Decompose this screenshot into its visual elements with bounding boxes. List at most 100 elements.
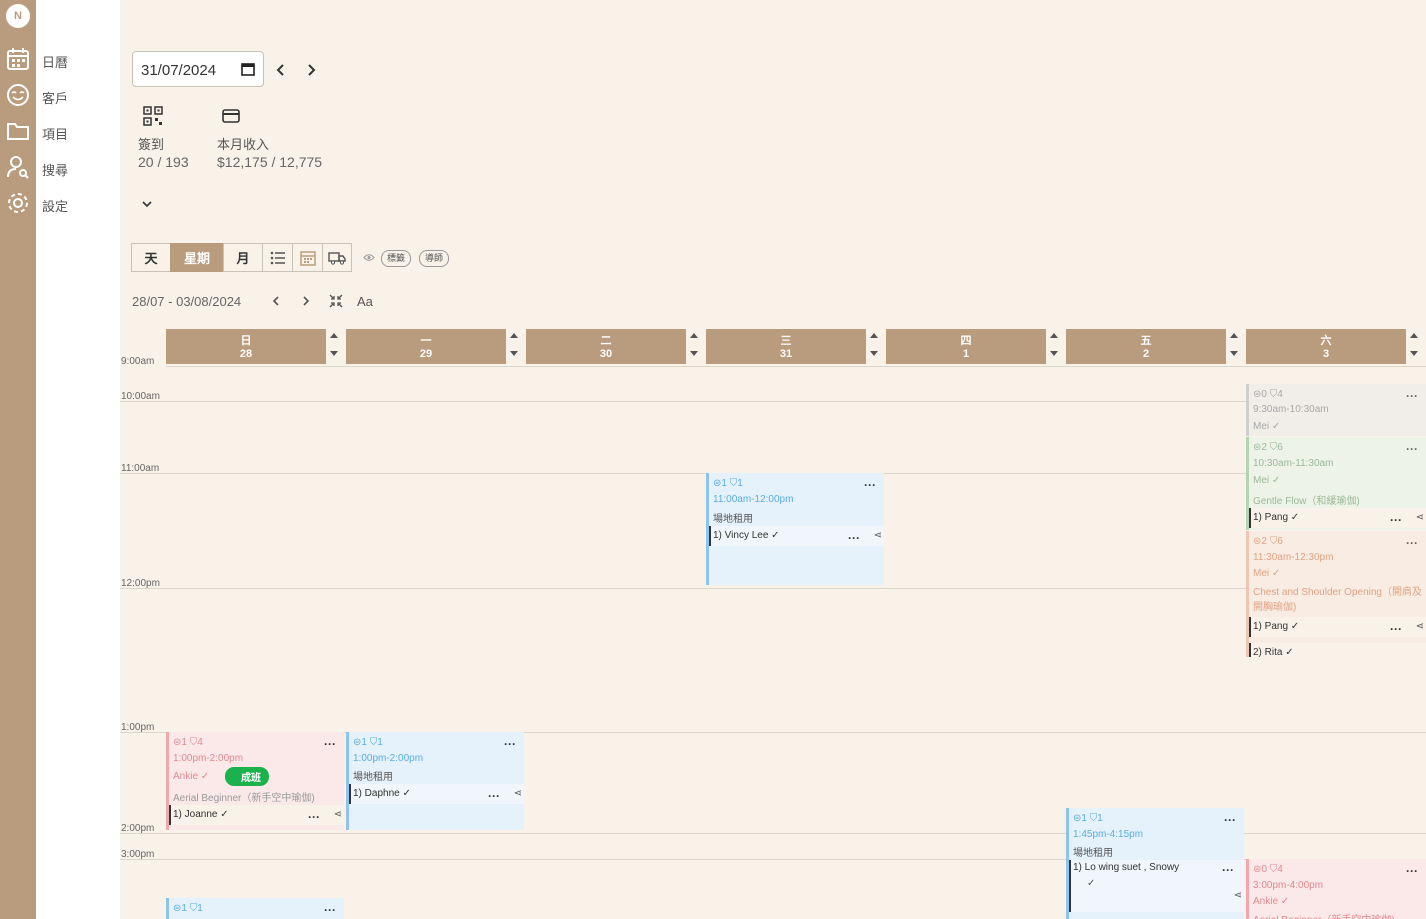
more-options-icon[interactable]: ··· <box>864 478 876 492</box>
hour-line <box>120 401 1426 402</box>
day-scroll-arrows[interactable] <box>866 329 882 364</box>
view-week-button[interactable]: 星期 <box>170 243 224 272</box>
week-range-label: 28/07 - 03/08/2024 <box>132 294 242 309</box>
nav-projects[interactable]: 項目 <box>42 124 68 143</box>
calendar-icon[interactable] <box>5 46 31 72</box>
prev-date-chevron-icon[interactable] <box>274 63 288 77</box>
tags-filter-pill[interactable]: 標籤 <box>381 250 412 267</box>
event-instructor: Mei ✓ <box>1253 421 1281 432</box>
more-options-icon[interactable]: ··· <box>1224 813 1236 827</box>
weekday-label: 三 <box>780 335 792 347</box>
share-icon[interactable]: ⋖ <box>514 784 522 804</box>
share-icon[interactable]: ⋖ <box>1234 888 1242 904</box>
more-options-icon[interactable]: ··· <box>324 903 336 917</box>
qr-code-icon[interactable] <box>143 106 163 126</box>
client-face-icon[interactable] <box>5 82 31 108</box>
user-search-icon[interactable] <box>5 154 31 180</box>
event-title: 場地租用 <box>353 772 393 783</box>
event-card[interactable]: ⊜1 ⛉1 ··· <box>166 898 344 919</box>
credit-card-icon[interactable] <box>221 106 241 126</box>
event-time: 3:00pm-4:00pm <box>1253 880 1324 891</box>
nav-calendar[interactable]: 日曆 <box>42 52 68 71</box>
event-card[interactable]: ⊜1 ⛉1 1:45pm-4:15pm 場地租用 ··· 1) Lo wing … <box>1066 808 1244 919</box>
view-day-button[interactable]: 天 <box>131 243 171 272</box>
day-scroll-arrows[interactable] <box>1406 329 1422 364</box>
more-options-icon[interactable]: ··· <box>488 786 500 806</box>
day-header-sun[interactable]: 日 28 <box>166 329 326 364</box>
booking-row[interactable]: 1) Lo wing suet , Snowy ✓ ··· ⋖ <box>1069 860 1244 912</box>
event-card[interactable]: ⊜0 ⛉4 9:30am-10:30am Mei ✓ ··· <box>1246 384 1426 436</box>
instructors-filter-pill[interactable]: 導師 <box>419 250 450 267</box>
weekday-label: 二 <box>600 335 612 347</box>
share-icon[interactable]: ⋖ <box>874 526 882 546</box>
truck-view-button[interactable] <box>322 243 352 272</box>
list-view-button[interactable] <box>262 243 293 272</box>
eye-icon[interactable] <box>363 253 375 262</box>
event-card[interactable]: ⊜1 ⛉4 1:00pm-2:00pm Ankie ✓ 成班 Aerial Be… <box>166 732 344 830</box>
day-header-thu[interactable]: 四1 <box>886 329 1046 364</box>
more-options-icon[interactable]: ··· <box>324 737 336 751</box>
date-input[interactable]: 31/07/2024 <box>132 51 264 87</box>
status-badge: 成班 <box>225 767 269 786</box>
day-scroll-arrows[interactable] <box>1046 329 1062 364</box>
logo[interactable]: N <box>6 4 30 28</box>
day-scroll-arrows[interactable] <box>686 329 702 364</box>
income-label: 本月收入 <box>217 137 270 152</box>
more-options-icon[interactable]: ··· <box>848 528 860 548</box>
day-header-wed[interactable]: 三 31 <box>706 329 866 364</box>
next-week-chevron-icon[interactable] <box>299 294 313 308</box>
nav-settings[interactable]: 設定 <box>42 196 68 215</box>
calendar-picker-icon[interactable] <box>241 62 255 76</box>
event-card[interactable]: ⊜2 ⛉6 11:30am-12:30pm Mei ✓ Chest and Sh… <box>1246 531 1426 657</box>
booking-row[interactable]: 1) Pang ✓ ··· ⋖ <box>1249 508 1426 528</box>
more-options-icon[interactable]: ··· <box>504 737 516 751</box>
day-scroll-arrows[interactable] <box>326 329 342 364</box>
share-icon[interactable]: ⋖ <box>1416 508 1424 528</box>
event-meta: ⊜1 ⛉1 <box>1073 813 1103 824</box>
more-options-icon[interactable]: ··· <box>1390 619 1402 639</box>
event-card[interactable]: ⊜0 ⛉4 3:00pm-4:00pm Ankie ✓ Aerial Begin… <box>1246 859 1426 919</box>
event-card[interactable]: ⊜2 ⛉6 10:30am-11:30am Mei ✓ Gentle Flow（… <box>1246 437 1426 530</box>
more-options-icon[interactable]: ··· <box>1406 536 1418 550</box>
booking-row[interactable]: 2) Rita ✓ <box>1249 643 1426 657</box>
font-size-toggle[interactable]: Aa <box>357 294 373 309</box>
day-scroll-arrows[interactable] <box>506 329 522 364</box>
nav-search[interactable]: 搜尋 <box>42 160 68 179</box>
folder-icon[interactable] <box>5 118 31 144</box>
event-card[interactable]: ⊜1 ⛉1 11:00am-12:00pm 場地租用 ··· 1) Vincy … <box>706 473 884 585</box>
event-time: 10:30am-11:30am <box>1253 458 1334 469</box>
event-card[interactable]: ⊜1 ⛉1 1:00pm-2:00pm 場地租用 ··· 1) Daphne ✓… <box>346 732 524 830</box>
booking-row[interactable]: 1) Pang ✓ ··· ⋖ <box>1249 617 1426 637</box>
expand-chevron-down-icon[interactable] <box>140 197 154 211</box>
next-date-chevron-icon[interactable] <box>304 63 318 77</box>
event-instructor: Mei ✓ <box>1253 475 1281 486</box>
event-meta: ⊜2 ⛉6 <box>1253 536 1283 547</box>
date-label: 3 <box>1322 348 1330 360</box>
more-options-icon[interactable]: ··· <box>308 807 320 827</box>
day-header-sat[interactable]: 六3 <box>1246 329 1406 364</box>
booking-row[interactable]: 1) Vincy Lee ✓ ··· ⋖ <box>709 526 884 546</box>
calendar-view-button[interactable] <box>292 243 323 272</box>
share-icon[interactable]: ⋖ <box>334 805 342 825</box>
day-scroll-arrows[interactable] <box>1226 329 1242 364</box>
event-instructor: Ankie ✓ <box>1253 896 1290 907</box>
nav-clients[interactable]: 客戶 <box>42 88 68 107</box>
more-options-icon[interactable]: ··· <box>1406 864 1418 878</box>
day-header-mon[interactable]: 一 29 <box>346 329 506 364</box>
view-month-button[interactable]: 月 <box>223 243 263 272</box>
booking-row[interactable]: 1) Joanne ✓ ··· ⋖ <box>169 805 344 825</box>
prev-week-chevron-icon[interactable] <box>269 294 283 308</box>
day-header-tue[interactable]: 二 30 <box>526 329 686 364</box>
more-options-icon[interactable]: ··· <box>1406 389 1418 403</box>
collapse-arrows-icon[interactable] <box>329 294 343 308</box>
event-meta: ⊜2 ⛉6 <box>1253 442 1283 453</box>
event-title: Aerial Beginner（新手空中瑜伽) <box>173 793 315 804</box>
more-options-icon[interactable]: ··· <box>1406 442 1418 456</box>
more-options-icon[interactable]: ··· <box>1222 862 1234 878</box>
gear-icon[interactable] <box>5 190 31 216</box>
share-icon[interactable]: ⋖ <box>1416 617 1424 637</box>
more-options-icon[interactable]: ··· <box>1390 510 1402 530</box>
day-header-fri[interactable]: 五2 <box>1066 329 1226 364</box>
event-meta: ⊜0 ⛉4 <box>1253 864 1283 875</box>
booking-row[interactable]: 1) Daphne ✓ ··· ⋖ <box>349 784 524 804</box>
